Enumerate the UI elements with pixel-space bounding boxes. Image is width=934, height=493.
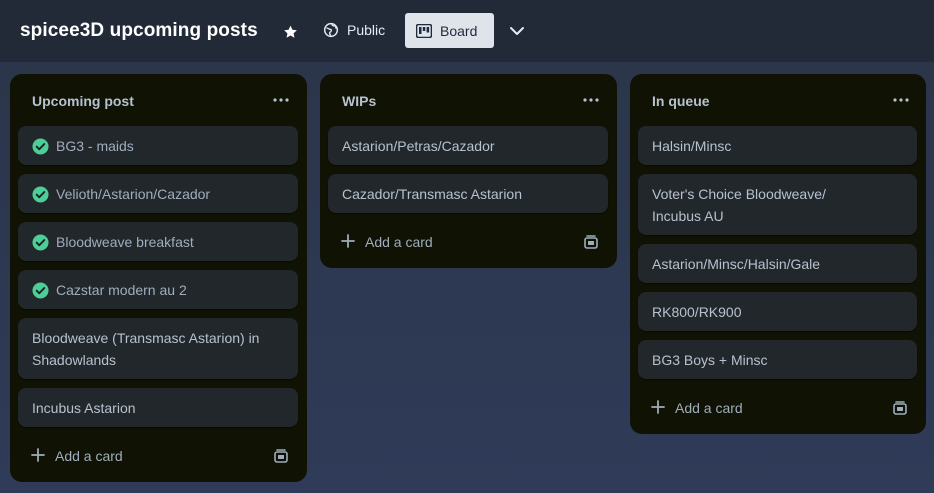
add-card-button[interactable]: Add a card [330, 226, 570, 258]
card-template-button[interactable] [890, 398, 910, 418]
card[interactable]: Astarion/Petras/Cazador [328, 126, 608, 165]
list-header: WIPs [320, 74, 617, 126]
card-title: Bloodweave breakfast [56, 234, 194, 250]
globe-icon [323, 22, 339, 38]
card-title: Velioth/Astarion/Cazador [56, 186, 211, 202]
check-circle-icon[interactable] [32, 282, 49, 299]
list-upcoming-post: Upcoming post BG3 - maids Velioth/Astari… [10, 74, 307, 482]
list-header: In queue [630, 74, 926, 126]
list-menu-button[interactable] [578, 89, 604, 111]
template-icon [893, 401, 907, 415]
card[interactable]: Cazador/Transmasc Astarion [328, 174, 608, 213]
card[interactable]: Voter's Choice Bloodweave/ Incubus AU [638, 174, 917, 235]
list-header: Upcoming post [10, 74, 307, 126]
list-title[interactable]: Upcoming post [32, 93, 134, 109]
card-title: Astarion/Minsc/Halsin/Gale [652, 256, 821, 272]
board-header: spicee3D upcoming posts Public Board [0, 0, 934, 62]
card[interactable]: Halsin/Minsc [638, 126, 917, 165]
list-title[interactable]: WIPs [342, 93, 376, 109]
card[interactable]: Bloodweave (Transmasc Astarion) in Shado… [18, 318, 298, 379]
card-title: Astarion/Petras/Cazador [342, 138, 495, 154]
board-title[interactable]: spicee3D upcoming posts [20, 20, 258, 42]
add-card-button[interactable]: Add a card [640, 392, 880, 424]
card[interactable]: Incubus Astarion [18, 388, 298, 427]
card-title: BG3 Boys + Minsc [652, 352, 768, 368]
add-card-label: Add a card [55, 448, 123, 464]
star-icon [283, 25, 297, 38]
list-menu-button[interactable] [268, 89, 294, 111]
board-view-button[interactable]: Board [405, 13, 494, 48]
card[interactable]: Velioth/Astarion/Cazador [18, 174, 298, 213]
view-label: Board [440, 22, 478, 39]
more-horizontal-icon [893, 98, 909, 102]
card-title: Incubus Astarion [32, 400, 136, 416]
card-title: RK800/RK900 [652, 304, 742, 320]
list-wips: WIPs Astarion/Petras/Cazador Cazador/Tra… [320, 74, 617, 268]
list-in-queue: In queue Halsin/Minsc Voter's Choice Blo… [630, 74, 926, 434]
more-horizontal-icon [273, 98, 289, 102]
card-title: BG3 - maids [56, 138, 134, 154]
plus-icon [651, 400, 665, 414]
template-icon [274, 449, 288, 463]
card-title: Bloodweave (Transmasc Astarion) in Shado… [32, 330, 260, 368]
card[interactable]: Bloodweave breakfast [18, 222, 298, 261]
chevron-down-icon [510, 27, 524, 35]
check-circle-icon[interactable] [32, 186, 49, 203]
card[interactable]: RK800/RK900 [638, 292, 917, 331]
card[interactable]: BG3 - maids [18, 126, 298, 165]
star-button[interactable] [276, 19, 304, 45]
card-title: Cazador/Transmasc Astarion [342, 186, 522, 202]
more-horizontal-icon [583, 98, 599, 102]
list-title[interactable]: In queue [652, 93, 710, 109]
add-card-button[interactable]: Add a card [20, 440, 260, 472]
check-circle-icon[interactable] [32, 234, 49, 251]
card[interactable]: BG3 Boys + Minsc [638, 340, 917, 379]
add-card-label: Add a card [675, 400, 743, 416]
view-switcher-button[interactable] [503, 18, 531, 44]
card-title: Cazstar modern au 2 [56, 282, 187, 298]
card-title: Voter's Choice Bloodweave/ Incubus AU [652, 186, 826, 224]
card[interactable]: Cazstar modern au 2 [18, 270, 298, 309]
list-menu-button[interactable] [888, 89, 914, 111]
plus-icon [31, 448, 45, 462]
visibility-label: Public [347, 22, 386, 38]
card-template-button[interactable] [581, 232, 601, 252]
add-card-label: Add a card [365, 234, 433, 250]
card-title: Halsin/Minsc [652, 138, 732, 154]
card-template-button[interactable] [271, 446, 291, 466]
template-icon [584, 235, 598, 249]
card[interactable]: Astarion/Minsc/Halsin/Gale [638, 244, 917, 283]
visibility-button[interactable]: Public [315, 13, 397, 47]
board-view-icon [416, 23, 432, 38]
plus-icon [341, 234, 355, 248]
check-circle-icon[interactable] [32, 138, 49, 155]
